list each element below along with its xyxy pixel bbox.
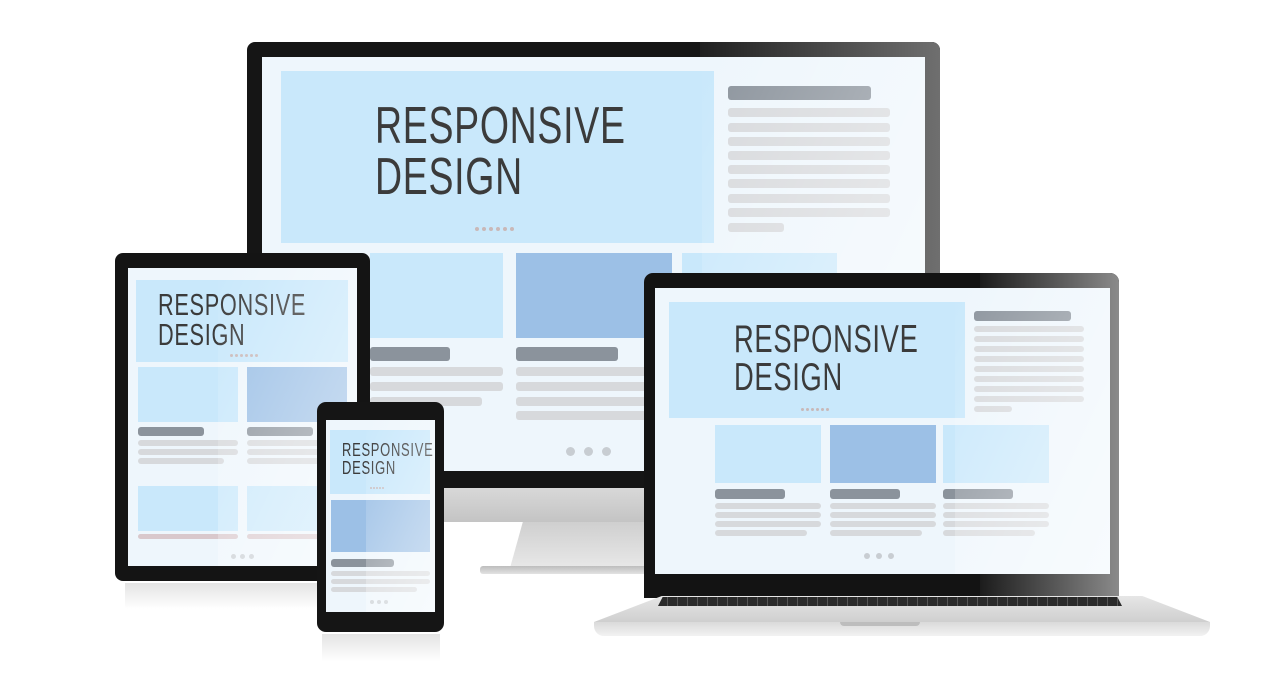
sidebar-text-bar (974, 406, 1012, 412)
carousel-dots[interactable] (370, 487, 384, 489)
content-card-image[interactable] (830, 425, 936, 483)
phone-reflection (322, 634, 440, 662)
card-text-bar (516, 367, 651, 376)
sidebar-text-bar (728, 108, 890, 117)
card-text-bar (516, 411, 651, 420)
carousel-dots[interactable] (230, 354, 258, 357)
card-heading-bar (247, 427, 313, 436)
card-text-bar (830, 521, 936, 527)
sidebar-text-bar (728, 123, 890, 132)
card-text-bar (715, 521, 821, 527)
page-indicator[interactable] (566, 447, 611, 456)
content-card-image[interactable] (138, 486, 238, 531)
card-text-bar (830, 503, 936, 509)
card-heading-bar (943, 489, 1013, 499)
sidebar-text-bar (974, 396, 1084, 402)
page-indicator[interactable] (231, 554, 254, 559)
card-text-bar (943, 512, 1049, 518)
sidebar-text-bar (728, 179, 890, 188)
card-text-bar (138, 458, 224, 464)
hero-title-line2: DESIGN (342, 457, 397, 478)
phone-hero-title: RESPONSIVE DESIGN (342, 440, 434, 478)
tablet-hero-title: RESPONSIVE DESIGN (158, 287, 307, 353)
card-text-bar (138, 534, 238, 539)
content-card-image[interactable] (715, 425, 821, 483)
sidebar-text-bar (974, 336, 1084, 342)
hero-title-line2: DESIGN (375, 147, 523, 206)
sidebar-text-bar (974, 346, 1084, 352)
hero-title-line1: RESPONSIVE (734, 318, 919, 361)
card-text-bar (138, 440, 238, 446)
card-text-bar (370, 367, 503, 376)
card-text-bar (516, 397, 651, 406)
card-heading-bar (516, 347, 618, 361)
hero-title-line1: RESPONSIVE (158, 287, 307, 322)
card-text-bar (331, 587, 417, 592)
phone-hero-banner: RESPONSIVE DESIGN (330, 430, 434, 494)
page-indicator[interactable] (370, 600, 388, 604)
card-heading-bar (830, 489, 900, 499)
content-card-image[interactable] (331, 500, 430, 552)
laptop-lid-notch (840, 622, 920, 626)
phone-screen: RESPONSIVE DESIGN (326, 420, 435, 612)
card-heading-bar (331, 559, 394, 567)
laptop-keyboard (658, 597, 1122, 606)
hero-title-line1: RESPONSIVE (342, 440, 434, 460)
hero-title-line2: DESIGN (734, 356, 843, 400)
card-text-bar (138, 449, 238, 455)
card-heading-bar (715, 489, 785, 499)
content-card-image[interactable] (138, 367, 238, 422)
sidebar-text-bar (974, 386, 1084, 392)
card-text-bar (331, 579, 430, 584)
laptop-hero-banner: RESPONSIVE DESIGN (669, 302, 965, 418)
sidebar-heading-bar (728, 86, 871, 100)
sidebar-text-bar (728, 165, 890, 174)
hero-title-line2: DESIGN (158, 317, 246, 353)
carousel-dots[interactable] (801, 408, 829, 411)
card-text-bar (516, 382, 651, 391)
sidebar-text-bar (974, 326, 1084, 332)
card-text-bar (830, 530, 922, 536)
card-text-bar (943, 503, 1049, 509)
sidebar-text-bar (974, 356, 1084, 362)
sidebar-text-bar (974, 366, 1084, 372)
card-text-bar (830, 512, 936, 518)
sidebar-text-bar (728, 208, 890, 217)
card-text-bar (370, 382, 503, 391)
card-text-bar (715, 530, 807, 536)
sidebar-text-bar (974, 376, 1084, 382)
sidebar-heading-bar (974, 311, 1071, 321)
page-indicator[interactable] (864, 553, 894, 559)
card-heading-bar (138, 427, 204, 436)
card-text-bar (943, 530, 1035, 536)
card-text-bar (331, 571, 430, 576)
hero-title-line1: RESPONSIVE (375, 97, 626, 155)
sidebar-text-bar (728, 194, 890, 203)
monitor-hero-banner: RESPONSIVE DESIGN (281, 71, 714, 243)
laptop-screen: RESPONSIVE DESIGN (655, 288, 1110, 574)
card-text-bar (715, 503, 821, 509)
sidebar-text-bar (728, 151, 890, 160)
card-text-bar (715, 512, 821, 518)
tablet-hero-banner: RESPONSIVE DESIGN (136, 280, 348, 362)
card-heading-bar (370, 347, 450, 361)
sidebar-text-bar (728, 137, 890, 146)
carousel-dots[interactable] (475, 227, 514, 231)
card-text-bar (943, 521, 1049, 527)
laptop-hero-title: RESPONSIVE DESIGN (734, 318, 919, 400)
content-card-image[interactable] (370, 253, 503, 338)
sidebar-text-bar (728, 223, 784, 232)
monitor-hero-title: RESPONSIVE DESIGN (375, 97, 626, 206)
content-card-image[interactable] (943, 425, 1049, 483)
